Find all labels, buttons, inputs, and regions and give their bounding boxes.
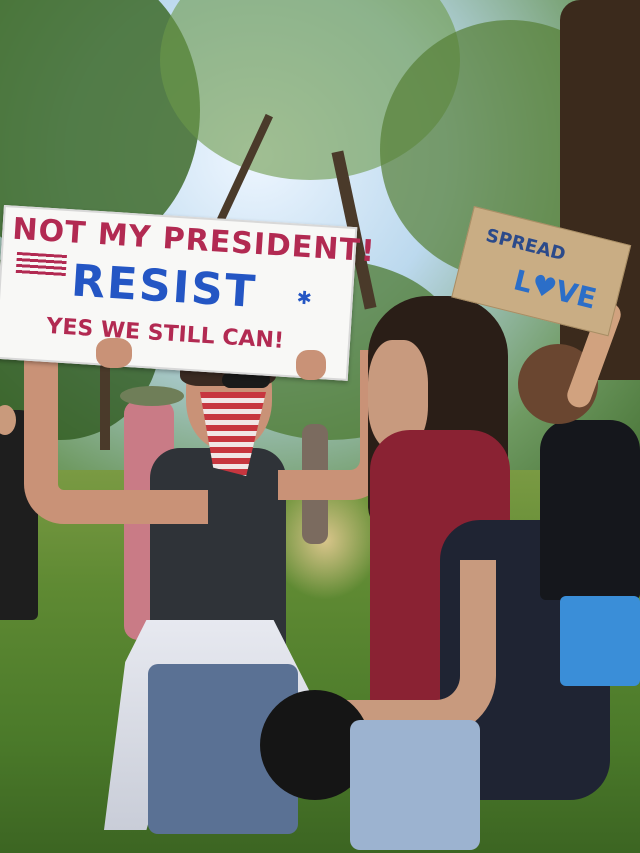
flag-stripes-drawing xyxy=(15,251,67,278)
protest-photo: NOT MY PRESIDENT! RESIST ✱ YES WE STILL … xyxy=(0,0,640,853)
sign-text-line3: YES WE STILL CAN! xyxy=(45,313,285,354)
cardboard-text-line1: SPREAD xyxy=(483,225,568,266)
hand-left xyxy=(96,338,132,368)
woman-blue-shorts xyxy=(560,596,640,686)
star-icon: ✱ xyxy=(296,287,313,309)
light-denim-shorts xyxy=(350,720,480,850)
woman-black-tank xyxy=(540,420,640,600)
sign-text-line2: RESIST xyxy=(69,255,259,318)
cardboard-text-line2: L♥VE xyxy=(510,263,600,316)
hand-right xyxy=(296,350,326,380)
